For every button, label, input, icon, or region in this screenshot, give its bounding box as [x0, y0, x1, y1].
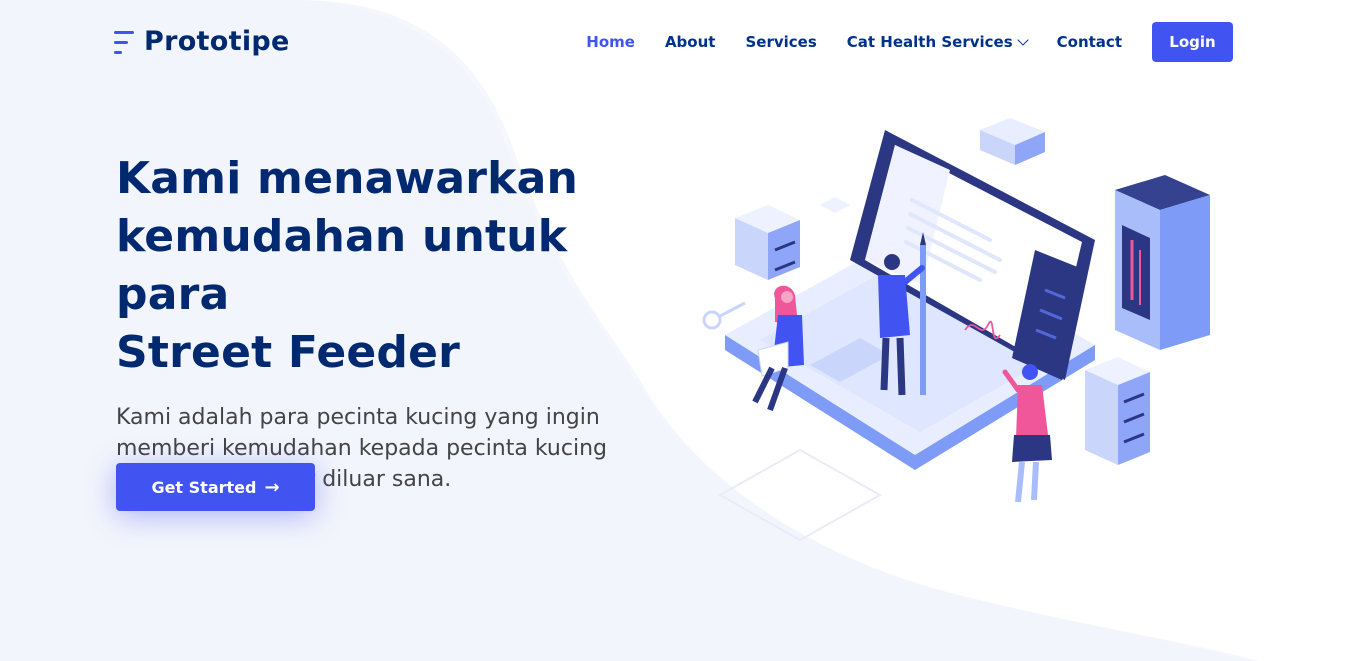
arrow-right-icon: →	[264, 476, 280, 498]
hero-title-line: Street Feeder	[116, 327, 461, 378]
nav-item-about[interactable]: About	[665, 33, 716, 51]
logo-icon	[114, 28, 136, 56]
nav-item-services[interactable]: Services	[745, 33, 816, 51]
hero-section: Kami menawarkan kemudahan untuk para Str…	[116, 150, 676, 495]
chevron-down-icon	[1016, 34, 1029, 46]
login-button[interactable]: Login	[1152, 22, 1233, 62]
get-started-button[interactable]: Get Started →	[116, 463, 315, 511]
hero-title: Kami menawarkan kemudahan untuk para Str…	[116, 150, 676, 382]
hero-subtitle-line: memberi kemudahan kepada pecinta kucing	[116, 436, 607, 461]
hero-subtitle-line: Kami adalah para pecinta kucing yang ing…	[116, 405, 600, 430]
main-nav: Home About Services Cat Health Services …	[556, 22, 1233, 62]
hero-title-line: kemudahan untuk para	[116, 211, 568, 320]
nav-item-contact[interactable]: Contact	[1057, 33, 1122, 51]
get-started-label: Get Started	[151, 477, 257, 497]
logo[interactable]: Prototipe	[114, 26, 290, 57]
nav-item-cat-health-services-label: Cat Health Services	[846, 33, 1013, 51]
brand-name: Prototipe	[144, 26, 290, 57]
nav-item-cat-health-services[interactable]: Cat Health Services	[846, 33, 1029, 51]
nav-item-home[interactable]: Home	[586, 33, 635, 51]
header: Prototipe Home About Services Cat Health…	[0, 0, 1346, 84]
hero-illustration	[702, 118, 1210, 542]
hero-title-line: Kami menawarkan	[116, 153, 579, 204]
